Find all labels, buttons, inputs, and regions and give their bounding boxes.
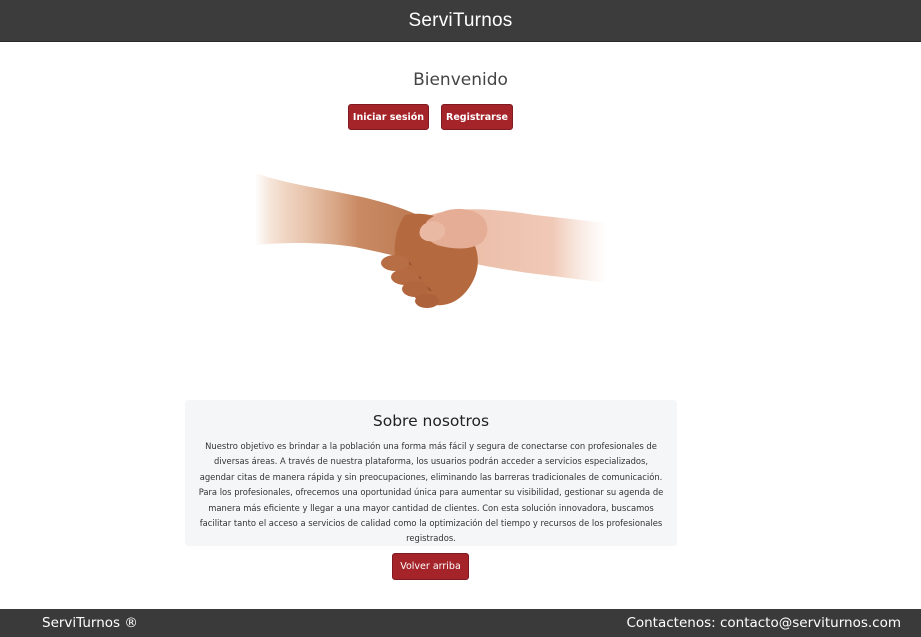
- footer-contact[interactable]: Contactenos: contacto@serviturnos.com: [626, 615, 901, 631]
- app-title: ServiTurnos: [408, 9, 513, 31]
- login-button[interactable]: Iniciar sesión: [348, 104, 429, 130]
- top-header: ServiTurnos: [0, 0, 921, 42]
- back-to-top-button[interactable]: Volver arriba: [392, 553, 469, 580]
- handshake-icon: [255, 173, 607, 308]
- footer: ServiTurnos ® Contactenos: contacto@serv…: [0, 609, 921, 637]
- register-button[interactable]: Registrarse: [441, 104, 513, 130]
- about-title: Sobre nosotros: [372, 412, 490, 430]
- handshake-image: [255, 165, 607, 315]
- about-text: Nuestro objetivo es brindar a la poblaci…: [198, 441, 664, 544]
- footer-brand: ServiTurnos ®: [42, 615, 138, 631]
- welcome-heading: Bienvenido: [413, 70, 508, 90]
- about-section: Sobre nosotros Nuestro objetivo es brind…: [185, 400, 677, 546]
